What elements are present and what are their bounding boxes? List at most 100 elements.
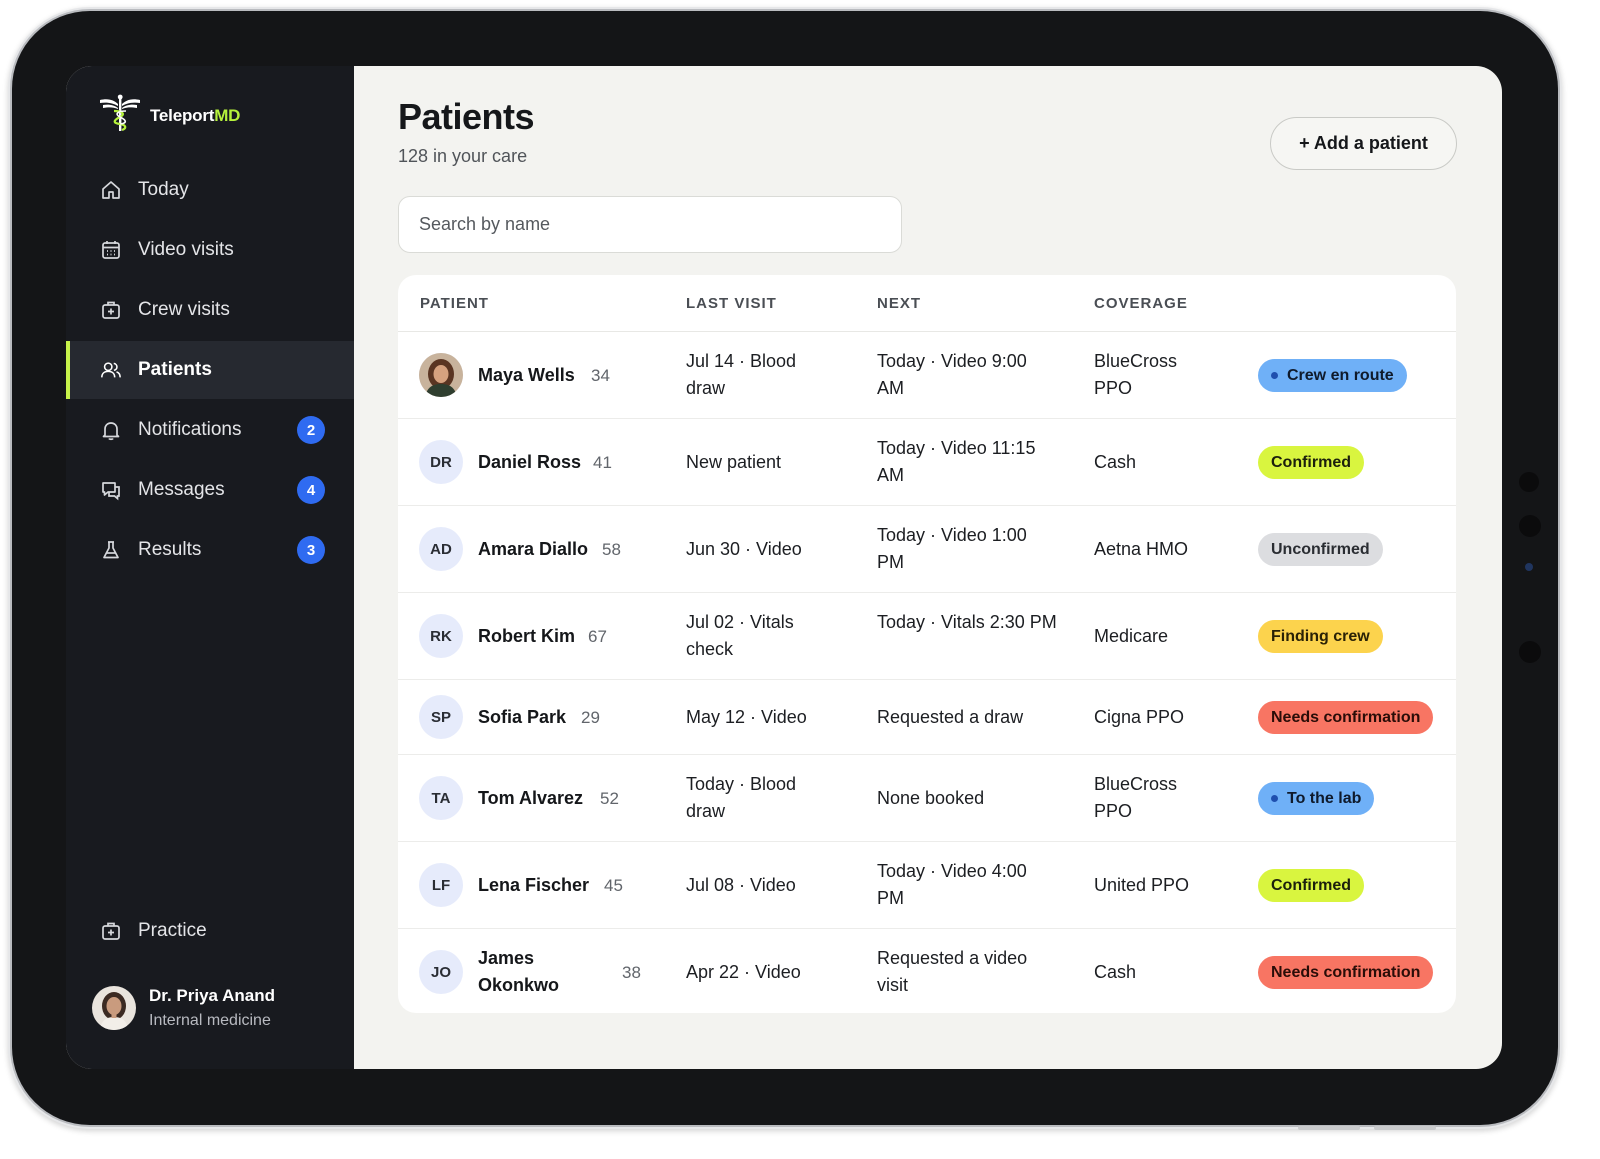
patient-name[interactable]: James Okonkwo <box>478 945 588 999</box>
coverage: Cash <box>1094 962 1137 982</box>
camera-lens <box>1525 563 1533 571</box>
coverage: Aetna HMO <box>1094 539 1189 559</box>
column-header-next[interactable]: NEXT <box>877 295 921 312</box>
next-appointment: Today · Vitals 2:30 PM <box>877 612 1057 632</box>
sidebar-item-messages[interactable]: Messages 4 <box>66 461 354 519</box>
user-role: Internal medicine <box>149 1012 271 1029</box>
table-row[interactable]: Maya Wells 34 Jul 14 · Blood draw Today … <box>398 332 1456 419</box>
table-row[interactable]: LF Lena Fischer 45 Jul 08 · Video Today … <box>398 842 1456 929</box>
notification-count-badge: 2 <box>297 416 325 444</box>
sidebar-item-label: Messages <box>138 479 225 500</box>
sidebar-item-practice[interactable]: Practice <box>66 902 354 960</box>
column-header-last-visit[interactable]: LAST VISIT <box>686 295 777 312</box>
sidebar: TeleportMD Today Video visits Crew visit… <box>66 66 354 1069</box>
sidebar-item-label: Patients <box>138 359 212 380</box>
patient-photo <box>419 353 463 397</box>
patients-table: PATIENT LAST VISIT NEXT COVERAGE Maya We… <box>398 275 1456 1013</box>
status-badge[interactable]: Finding crew <box>1258 620 1383 653</box>
patient-name[interactable]: Maya Wells <box>478 362 575 389</box>
practice-section: Practice <box>66 902 354 962</box>
last-visit: Jun 30 · Video <box>686 539 802 559</box>
status-badge[interactable]: Confirmed <box>1258 446 1364 479</box>
sidebar-item-notifications[interactable]: Notifications 2 <box>66 401 354 459</box>
table-row[interactable]: JO James Okonkwo 38 Apr 22 · Video Reque… <box>398 929 1456 1013</box>
medical-kit-icon <box>100 299 122 321</box>
sensor <box>1519 641 1541 663</box>
status-badge[interactable]: Crew en route <box>1258 359 1407 392</box>
patient-age: 45 <box>604 876 623 895</box>
status-dot-icon <box>1271 795 1278 802</box>
patient-age: 52 <box>600 789 619 808</box>
sidebar-item-results[interactable]: Results 3 <box>66 521 354 579</box>
coverage: United PPO <box>1094 875 1190 895</box>
next-appointment: Today · Video 1:00 PM <box>877 525 1027 572</box>
medical-kit-icon <box>100 920 122 942</box>
avatar <box>92 986 136 1030</box>
patient-initials: DR <box>419 440 463 484</box>
next-appointment: Requested a video visit <box>877 948 1028 995</box>
table-row[interactable]: AD Amara Diallo 58 Jun 30 · Video Today … <box>398 506 1456 593</box>
sidebar-item-crew-visits[interactable]: Crew visits <box>66 281 354 339</box>
logo-text: TeleportMD <box>150 105 241 125</box>
status-badge[interactable]: Unconfirmed <box>1258 533 1383 566</box>
last-visit: Jul 14 · Blood draw <box>686 351 797 398</box>
sidebar-item-today[interactable]: Today <box>66 161 354 219</box>
sidebar-item-patients[interactable]: Patients <box>66 341 354 399</box>
status-badge[interactable]: To the lab <box>1258 782 1375 815</box>
column-header-coverage[interactable]: COVERAGE <box>1094 295 1188 312</box>
status-badge[interactable]: Needs confirmation <box>1258 701 1434 734</box>
table-row[interactable]: DR Daniel Ross 41 New patient Today · Vi… <box>398 419 1456 506</box>
table-row[interactable]: TA Tom Alvarez 52 Today · Blood draw Non… <box>398 755 1456 842</box>
sensor <box>1519 472 1539 492</box>
patient-initials: TA <box>419 776 463 820</box>
app-screen: TeleportMD Today Video visits Crew visit… <box>66 66 1502 1069</box>
column-header-patient[interactable]: PATIENT <box>420 295 489 312</box>
sidebar-nav: Today Video visits Crew visits Patients <box>66 161 354 581</box>
front-camera <box>1519 515 1541 537</box>
volume-button <box>1374 1126 1436 1130</box>
message-count-badge: 4 <box>297 476 325 504</box>
chat-icon <box>100 479 122 501</box>
sidebar-item-video-visits[interactable]: Video visits <box>66 221 354 279</box>
patient-age: 41 <box>593 453 612 472</box>
coverage: Cigna PPO <box>1094 707 1185 727</box>
status-badge[interactable]: Confirmed <box>1258 869 1364 902</box>
users-icon <box>100 359 122 381</box>
patient-initials: LF <box>419 863 463 907</box>
table-row[interactable]: RK Robert Kim 67 Jul 02 · Vitals check T… <box>398 593 1456 680</box>
coverage: Medicare <box>1094 626 1169 646</box>
app-logo[interactable]: TeleportMD <box>98 94 240 137</box>
search-input[interactable] <box>398 196 902 253</box>
status-dot-icon <box>1271 372 1278 379</box>
patient-name[interactable]: Amara Diallo <box>478 536 588 563</box>
next-appointment: Today · Video 4:00 PM <box>877 861 1027 908</box>
table-row[interactable]: SP Sofia Park 29 May 12 · Video Requeste… <box>398 680 1456 755</box>
add-patient-button[interactable]: + Add a patient <box>1270 117 1457 170</box>
coverage: BlueCross PPO <box>1094 351 1178 398</box>
sidebar-item-label: Practice <box>138 920 207 941</box>
patient-initials: AD <box>419 527 463 571</box>
patient-name[interactable]: Daniel Ross <box>478 449 581 476</box>
patient-age: 58 <box>602 540 621 559</box>
last-visit: Jul 02 · Vitals check <box>686 612 794 659</box>
bell-icon <box>100 419 122 441</box>
patient-name[interactable]: Tom Alvarez <box>478 785 583 812</box>
patient-name[interactable]: Sofia Park <box>478 704 566 731</box>
volume-button <box>1298 1126 1360 1130</box>
last-visit: Today · Blood draw <box>686 774 797 821</box>
sidebar-item-label: Results <box>138 539 202 560</box>
patient-age: 29 <box>581 708 600 727</box>
user-profile[interactable]: Dr. Priya Anand Internal medicine <box>92 986 275 1030</box>
caduceus-icon <box>98 94 142 137</box>
patient-initials: RK <box>419 614 463 658</box>
next-appointment: Today · Video 9:00 AM <box>877 351 1027 398</box>
results-count-badge: 3 <box>297 536 325 564</box>
patient-age: 38 <box>622 963 641 982</box>
user-name: Dr. Priya Anand <box>149 986 275 1005</box>
patient-age: 34 <box>591 366 610 385</box>
coverage: Cash <box>1094 452 1137 472</box>
patient-name[interactable]: Robert Kim <box>478 623 575 650</box>
patient-name[interactable]: Lena Fischer <box>478 872 589 899</box>
status-badge[interactable]: Needs confirmation <box>1258 956 1434 989</box>
flask-icon <box>100 539 122 561</box>
